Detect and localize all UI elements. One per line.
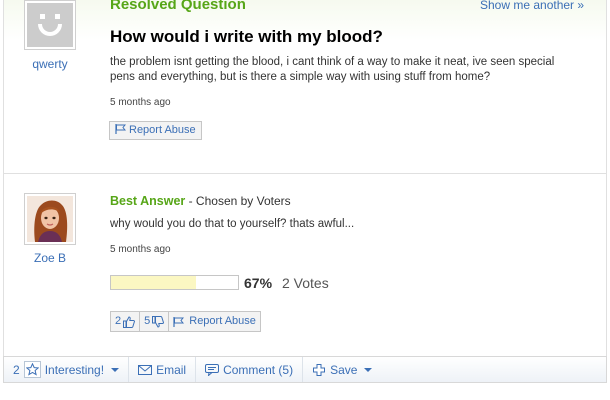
- interesting-label: Interesting!: [44, 362, 105, 377]
- save-label: Save: [330, 362, 358, 377]
- question-timestamp: 5 months ago: [110, 97, 171, 108]
- interesting-button[interactable]: 2 Interesting!: [4, 357, 130, 382]
- answer-timestamp: 5 months ago: [110, 244, 171, 255]
- comment-label: Comment (5): [223, 362, 294, 377]
- plus-icon: [312, 363, 326, 376]
- vote-percent: 67%: [244, 275, 273, 291]
- question-action-bar: 2 Interesting! Email Comment (5) Save: [3, 356, 607, 383]
- asker-name-link[interactable]: qwerty: [20, 57, 80, 71]
- thumbs-up-button[interactable]: 2: [110, 311, 140, 332]
- show-another-link[interactable]: Show me another »: [480, 0, 584, 12]
- answer-report-abuse-button[interactable]: Report Abuse: [168, 311, 261, 332]
- default-avatar-icon: [27, 3, 73, 47]
- thumbs-down-button[interactable]: 5: [139, 311, 169, 332]
- email-label: Email: [156, 362, 187, 377]
- flag-icon: [115, 124, 126, 134]
- asker-avatar[interactable]: [24, 0, 76, 50]
- resolved-question-heading: Resolved Question: [110, 0, 246, 13]
- question-report-abuse-button[interactable]: Report Abuse: [109, 121, 202, 140]
- thumbs-up-count: 2: [115, 315, 122, 327]
- speech-bubble-icon: [205, 363, 220, 376]
- question-body: the problem isnt getting the blood, i ca…: [110, 56, 555, 83]
- star-icon: [23, 361, 41, 378]
- answerer-name-link[interactable]: Zoe B: [20, 251, 80, 265]
- vote-count: 2 Votes: [282, 275, 329, 291]
- best-answer-label: Best Answer: [110, 194, 186, 208]
- question-title: How would i write with my blood?: [110, 27, 383, 46]
- report-abuse-label: Report Abuse: [189, 315, 256, 327]
- girl-portrait-avatar-icon: [27, 196, 73, 242]
- thumbs-down-count: 5: [144, 315, 151, 327]
- thumbs-up-icon: [123, 315, 136, 328]
- comment-button[interactable]: Comment (5): [196, 357, 304, 382]
- chevron-down-icon: [111, 367, 120, 372]
- answer-rating-group: 2 5 Report Abuse: [110, 311, 261, 332]
- vote-progress-bar: [110, 275, 239, 290]
- chevron-down-icon: [364, 367, 373, 372]
- email-button[interactable]: Email: [129, 357, 197, 382]
- save-button[interactable]: Save: [303, 357, 381, 382]
- vote-progress-fill: [111, 276, 197, 289]
- thumbs-down-icon: [152, 315, 165, 328]
- answerer-avatar[interactable]: [24, 193, 76, 245]
- report-abuse-label: Report Abuse: [129, 124, 196, 136]
- flag-icon: [173, 316, 185, 327]
- answer-body: why would you do that to yourself? thats…: [110, 218, 355, 230]
- best-answer-heading: Best Answer - Chosen by Voters: [110, 194, 291, 208]
- chosen-by-text: - Chosen by Voters: [185, 194, 291, 208]
- interesting-count: 2: [13, 362, 20, 377]
- envelope-icon: [138, 364, 153, 376]
- best-answer-panel: [3, 174, 607, 356]
